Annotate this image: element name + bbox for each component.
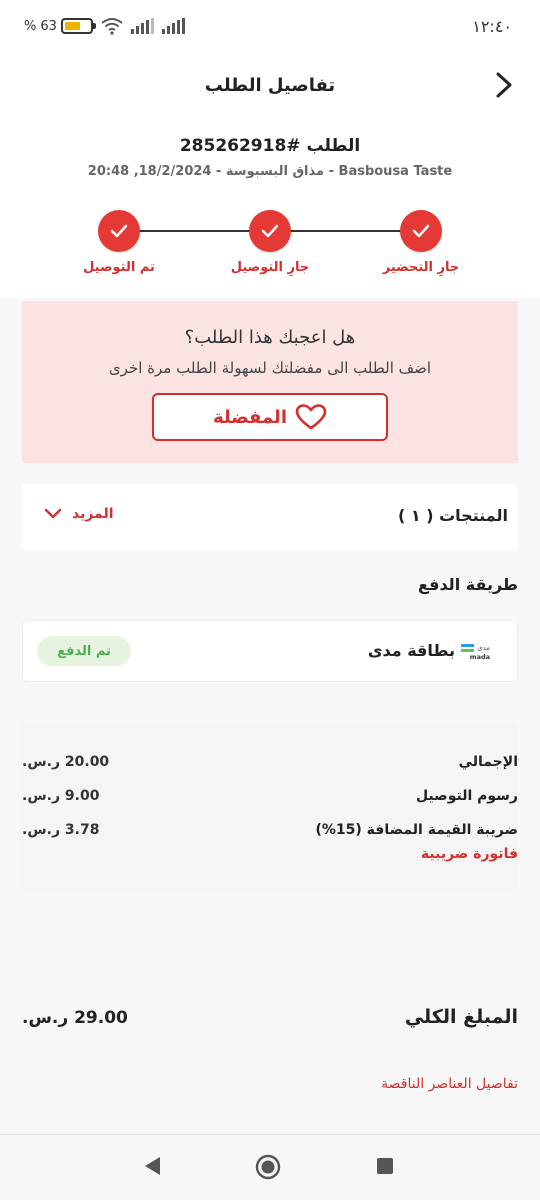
summary-row-vat: ضريبة القيمة المضافة (15%) 3.78 ر.س. [22,822,518,846]
step-delivering: جارِ التوصيل [205,210,335,275]
wifi-icon [101,18,123,35]
step-label: جارِ التوصيل [230,260,310,275]
check-icon [249,210,291,252]
mada-logo-text: مدى [477,644,490,652]
favorite-question: هل اعجبك هذا الطلب؟ [184,327,356,348]
missing-items-link[interactable]: تفاصيل العناصر الناقصة [381,1076,518,1092]
back-button[interactable] [490,70,518,100]
system-nav-bar [0,1135,540,1200]
status-icons: % 63 [24,17,185,35]
order-header: الطلب #285262918 Basbousa Taste - مذاق ا… [0,118,540,298]
heart-icon [295,404,327,430]
summary-label: ضريبة القيمة المضافة (15%) [315,822,518,838]
favorite-subtitle: اضف الطلب الى مفضلتك لسهولة الطلب مرة اخ… [108,359,432,377]
order-meta: Basbousa Taste - مذاق البسبوسة - 18/2/20… [87,164,453,179]
total-row: المبلغ الكلي 29.00 ر.س. [22,1006,518,1036]
page-title: تفاصيل الطلب [204,74,336,96]
chevron-down-icon [44,508,62,519]
nav-back-icon[interactable] [142,1155,162,1177]
clock: ١٢:٤٠ [472,16,512,36]
summary-label: رسوم التوصيل [415,788,518,804]
summary-value: 9.00 ر.س. [22,788,100,804]
battery-fill [64,22,81,30]
nav-home-icon[interactable] [255,1154,281,1180]
favorite-prompt: هل اعجبك هذا الطلب؟ اضف الطلب الى مفضلتك… [22,301,518,463]
mada-logo-icon: مدى mada [461,644,490,661]
signal-icon [130,18,154,34]
payment-section-title: طريقة الدفع [418,575,518,594]
battery-level: 63 [40,18,57,34]
battery-body [60,18,96,34]
step-label: جارِ التحضير [382,260,460,275]
favorite-button-label: المفضلة [213,406,287,428]
step-delivered: تم التوصيل [54,210,184,275]
step-preparing: جارِ التحضير [356,210,486,275]
more-button[interactable]: المزيد [44,506,114,522]
total-value: 29.00 ر.س. [22,1008,128,1028]
products-section: المنتجات ( ١ ) المزيد [22,484,518,550]
status-bar: % 63 ١٢:٤٠ [0,0,540,52]
price-summary: الإجمالي 20.00 ر.س. رسوم التوصيل 9.00 ر.… [22,722,518,892]
battery-percent-sign: % [24,18,37,34]
battery-tip [92,23,96,29]
order-progress: جارِ التحضير جارِ التوصيل تم التوصيل [0,210,540,290]
summary-row-subtotal: الإجمالي 20.00 ر.س. [22,754,518,778]
payment-card: مدى mada بطاقة مدى تم الدفع [22,620,518,682]
check-icon [98,210,140,252]
more-label: المزيد [72,506,114,522]
chevron-right-icon [496,72,512,98]
favorite-button[interactable]: المفضلة [152,393,388,441]
check-icon [400,210,442,252]
summary-row-delivery: رسوم التوصيل 9.00 ر.س. [22,788,518,812]
total-label: المبلغ الكلي [404,1006,518,1028]
order-number: الطلب #285262918 [179,136,361,156]
signal-icon [161,18,185,34]
app-bar: تفاصيل الطلب [0,52,540,118]
tax-invoice-link[interactable]: فاتورة ضريبية [421,846,518,862]
summary-value: 3.78 ر.س. [22,822,100,838]
payment-method: بطاقة مدى [367,641,455,660]
summary-value: 20.00 ر.س. [22,754,110,770]
status-badge: تم الدفع [37,636,131,666]
summary-label: الإجمالي [458,754,518,770]
nav-recent-apps-icon[interactable] [376,1157,394,1175]
battery-icon: % 63 [24,18,96,34]
step-label: تم التوصيل [83,260,155,275]
mada-logo-latin: mada [470,653,490,661]
products-title: المنتجات ( ١ ) [397,506,508,525]
